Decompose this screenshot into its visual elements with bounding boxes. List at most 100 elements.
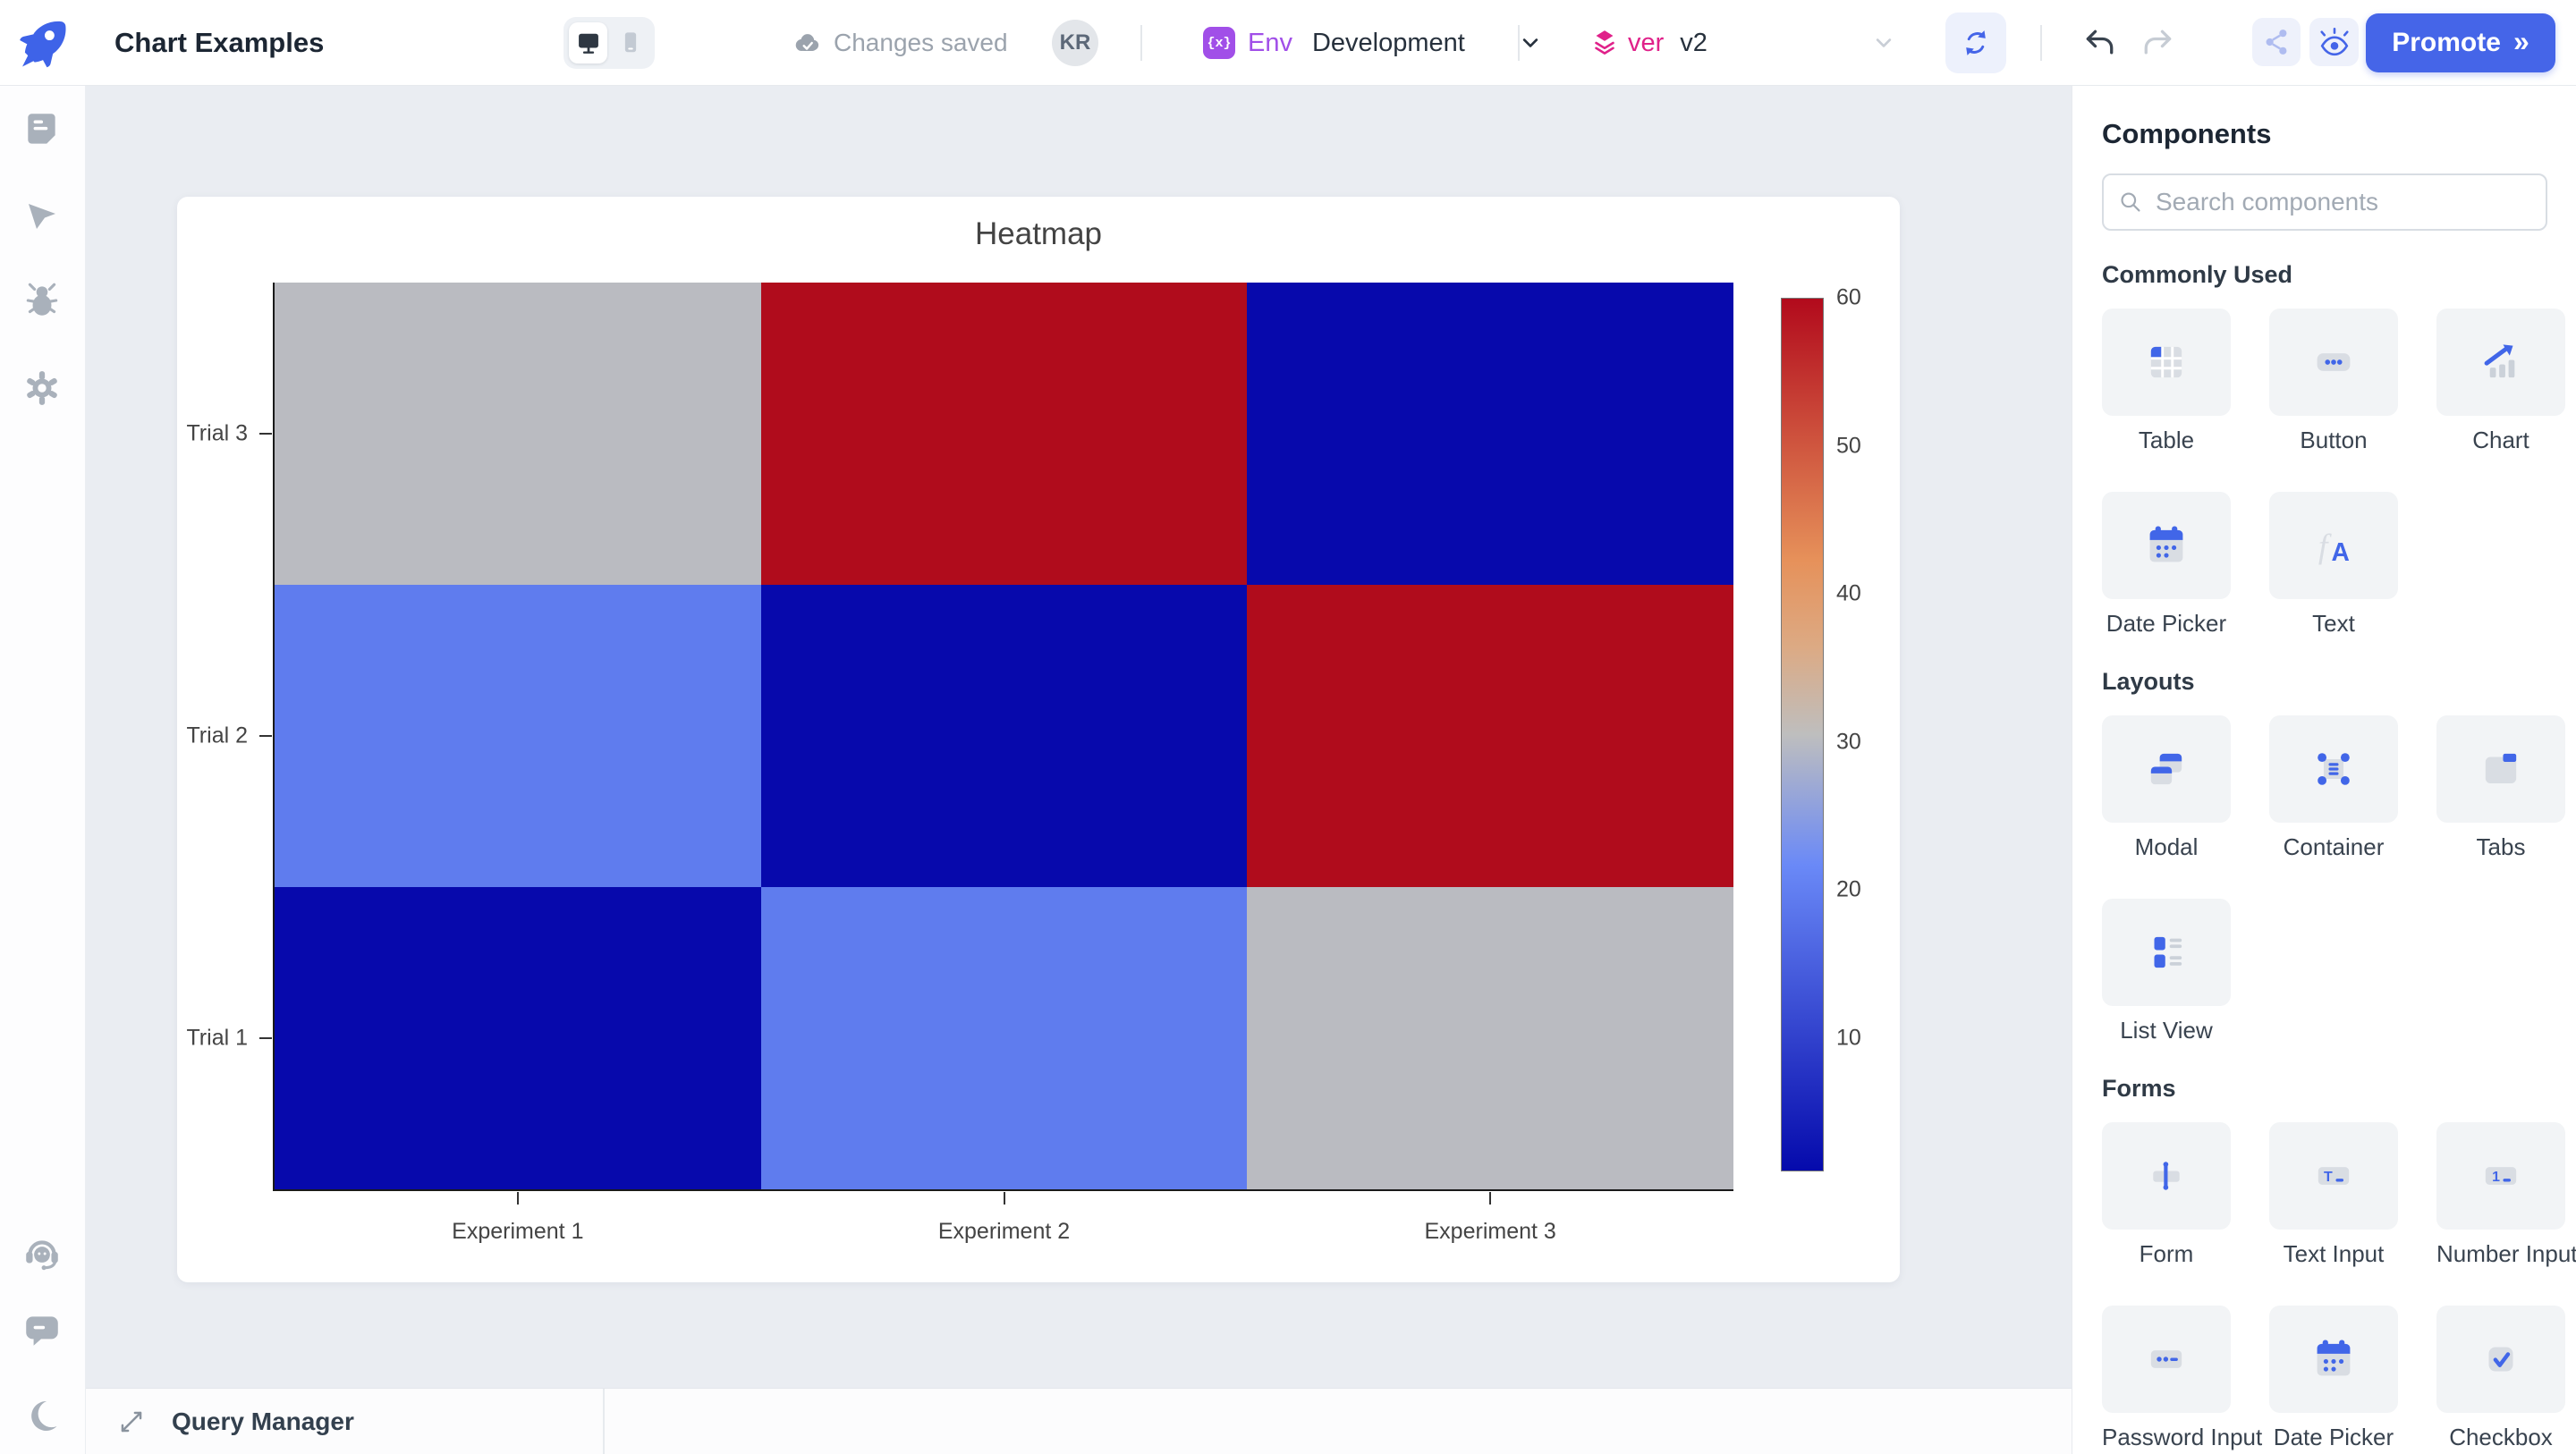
component-icon-box xyxy=(2102,309,2231,416)
chevron-down-icon xyxy=(1870,30,1897,56)
settings-icon xyxy=(21,368,64,409)
component-label: Number Input xyxy=(2436,1240,2565,1268)
rail-item-chat[interactable] xyxy=(21,1309,64,1352)
device-toggle xyxy=(564,17,655,69)
editor-canvas[interactable]: Heatmap Trial 3 Trial 2 Trial 1 Experime… xyxy=(86,86,2072,1388)
text-icon: fA xyxy=(2309,521,2358,570)
component-label: Tabs xyxy=(2436,833,2565,861)
redo-button[interactable] xyxy=(2138,23,2177,63)
rail-item-pages[interactable] xyxy=(21,108,64,151)
rail-item-inspector[interactable] xyxy=(21,194,64,237)
x-axis-label: Experiment 1 xyxy=(452,1219,583,1245)
component-card-text-input[interactable]: T Text Input xyxy=(2269,1122,2398,1268)
checkbox-icon xyxy=(2477,1335,2525,1383)
component-card-modal[interactable]: Modal xyxy=(2102,715,2231,861)
table-icon xyxy=(2142,338,2190,386)
component-icon-box xyxy=(2436,715,2565,823)
version-label: ver xyxy=(1628,29,1664,58)
env-badge-icon: {x} xyxy=(1203,27,1235,59)
component-card-list-view[interactable]: List View xyxy=(2102,899,2231,1044)
save-status: Changes saved xyxy=(791,0,1008,86)
component-label: Date Picker xyxy=(2102,610,2231,638)
undo-button[interactable] xyxy=(2080,23,2120,63)
environment-select[interactable]: {x} Env Development xyxy=(1203,0,1544,86)
rail-item-settings[interactable] xyxy=(21,367,64,410)
svg-text:f: f xyxy=(2318,528,2332,566)
tabs-icon xyxy=(2477,745,2525,793)
numberinput-icon: 1 xyxy=(2477,1152,2525,1200)
topbar-divider xyxy=(1518,25,1520,61)
component-label: Table xyxy=(2102,427,2231,454)
colorbar-tick-label: 50 xyxy=(1836,434,1861,460)
search-components-input[interactable] xyxy=(2102,173,2547,231)
component-label: Text xyxy=(2269,610,2398,638)
x-axis-label: Experiment 2 xyxy=(938,1219,1070,1245)
button-icon xyxy=(2309,338,2358,386)
eye-icon xyxy=(2318,25,2351,59)
component-card-password-input[interactable]: Password Input xyxy=(2102,1306,2231,1451)
component-card-container[interactable]: Container xyxy=(2269,715,2398,861)
component-label: Container xyxy=(2269,833,2398,861)
share-button[interactable] xyxy=(2252,18,2301,66)
component-card-form[interactable]: Form xyxy=(2102,1122,2231,1268)
component-card-date-picker[interactable]: Date Picker xyxy=(2102,492,2231,638)
colorbar xyxy=(1781,298,1824,1171)
cloud-check-icon xyxy=(791,27,823,59)
y-tick xyxy=(259,735,272,737)
heatmap-chart-widget[interactable]: Heatmap Trial 3 Trial 2 Trial 1 Experime… xyxy=(177,197,1900,1282)
component-label: Date Picker xyxy=(2269,1424,2398,1451)
undo-icon xyxy=(2082,25,2118,61)
component-card-button[interactable]: Button xyxy=(2269,309,2398,454)
component-icon-box xyxy=(2102,899,2231,1006)
heatmap-cell xyxy=(275,585,761,887)
mobile-toggle-button[interactable] xyxy=(611,22,649,63)
preview-eye-button[interactable] xyxy=(2309,18,2359,66)
heatmap-plot-area: Trial 3 Trial 2 Trial 1 Experiment 1 Exp… xyxy=(275,283,1733,1189)
version-value: v2 xyxy=(1680,29,1707,58)
datepicker-icon xyxy=(2309,1335,2358,1383)
component-card-checkbox[interactable]: Checkbox xyxy=(2436,1306,2565,1451)
component-label: Form xyxy=(2102,1240,2231,1268)
component-section: Forms Form T Text Input 1 Number Input P… xyxy=(2102,1075,2546,1451)
modal-icon xyxy=(2142,745,2190,793)
app-logo-rocket-icon[interactable] xyxy=(14,15,70,71)
component-icon-box: 1 xyxy=(2436,1122,2565,1230)
refresh-button[interactable] xyxy=(1945,13,2006,73)
avatar[interactable]: KR xyxy=(1052,20,1098,66)
double-chevron-right-icon: » xyxy=(2513,27,2529,59)
topbar-divider xyxy=(2040,25,2042,61)
rail-item-support[interactable] xyxy=(21,1232,64,1275)
component-card-number-input[interactable]: 1 Number Input xyxy=(2436,1122,2565,1268)
topbar-divider xyxy=(1140,25,1142,61)
promote-button[interactable]: Promote » xyxy=(2366,13,2555,72)
component-card-table[interactable]: Table xyxy=(2102,309,2231,454)
y-axis-label: Trial 1 xyxy=(186,1025,248,1051)
component-label: Button xyxy=(2269,427,2398,454)
component-card-date-picker[interactable]: Date Picker xyxy=(2269,1306,2398,1451)
component-icon-box xyxy=(2436,309,2565,416)
component-label: Text Input xyxy=(2269,1240,2398,1268)
form-icon xyxy=(2142,1152,2190,1200)
query-manager-label: Query Manager xyxy=(172,1408,354,1436)
component-icon-box xyxy=(2102,1306,2231,1413)
component-card-chart[interactable]: Chart xyxy=(2436,309,2565,454)
chart-icon xyxy=(2477,338,2525,386)
version-select[interactable]: ver v2 xyxy=(1590,0,1897,86)
rail-item-debugger[interactable] xyxy=(21,279,64,322)
heatmap-cell xyxy=(761,283,1248,585)
heatmap-cell xyxy=(275,887,761,1189)
heatmap-cell xyxy=(1247,585,1733,887)
colorbar-tick-label: 10 xyxy=(1836,1026,1861,1052)
inspector-icon xyxy=(21,196,64,235)
query-manager-toggle[interactable]: Query Manager xyxy=(116,1389,354,1454)
rail-item-theme-moon[interactable] xyxy=(21,1395,64,1438)
bottombar: Query Manager xyxy=(86,1388,2072,1454)
heatmap-cell xyxy=(1247,887,1733,1189)
component-card-text[interactable]: fA Text xyxy=(2269,492,2398,638)
datepicker-icon xyxy=(2142,521,2190,570)
desktop-toggle-button[interactable] xyxy=(569,22,607,63)
component-card-tabs[interactable]: Tabs xyxy=(2436,715,2565,861)
x-tick xyxy=(1004,1192,1005,1205)
container-icon xyxy=(2309,745,2358,793)
share-icon xyxy=(2260,26,2292,58)
